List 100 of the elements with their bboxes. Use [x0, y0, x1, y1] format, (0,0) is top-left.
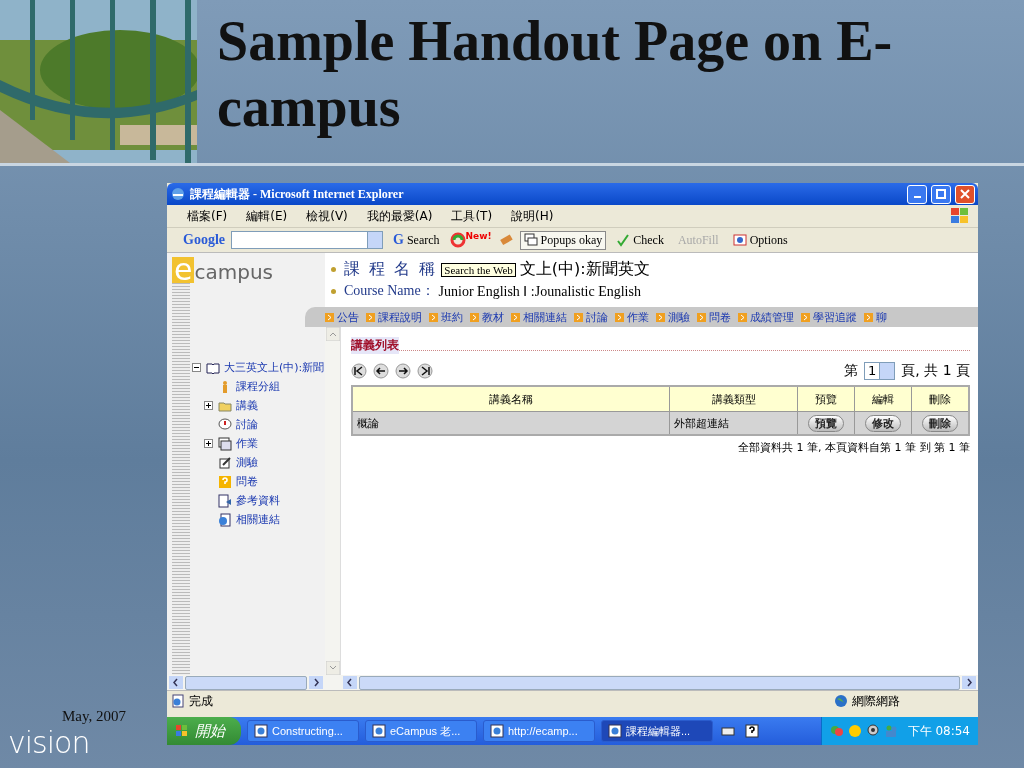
arrow-icon — [656, 312, 665, 322]
arrow-icon — [864, 312, 873, 322]
nav-link[interactable]: 相關連結 — [511, 309, 567, 325]
search-field[interactable] — [231, 231, 383, 249]
search-button[interactable]: G Search — [389, 230, 444, 250]
edit-button[interactable]: 修改 — [865, 414, 901, 432]
menu-item[interactable]: 工具(T) — [451, 207, 493, 225]
column-header: 講義名稱 — [352, 386, 670, 412]
menu-item[interactable]: 編輯(E) — [246, 207, 288, 225]
next-page-icon[interactable] — [395, 363, 411, 379]
nav-link[interactable]: 討論 — [574, 309, 608, 325]
first-page-icon[interactable] — [351, 363, 367, 379]
collapse-toggle[interactable] — [192, 363, 202, 372]
keyboard-icon[interactable] — [721, 724, 735, 738]
tree-item[interactable]: 討論 — [236, 417, 258, 432]
tree-item[interactable]: 問卷 — [236, 474, 258, 489]
arrow-icon — [801, 312, 810, 322]
options-button[interactable]: Options — [728, 230, 792, 250]
spell-check-button[interactable]: Check — [612, 230, 668, 250]
pager-label: 頁, 共 1 頁 — [901, 362, 970, 380]
app-icon — [372, 724, 386, 738]
webcam-icon[interactable] — [865, 724, 880, 738]
nav-link[interactable]: 教材 — [470, 309, 504, 325]
scroll-left-icon[interactable] — [343, 676, 357, 689]
speech-bubble-icon — [218, 417, 232, 432]
window-title: 課程編輯器 - Microsoft Internet Explorer — [190, 185, 404, 203]
column-header: 預覽 — [797, 386, 855, 412]
expand-toggle[interactable] — [204, 401, 213, 410]
windows-icon — [523, 233, 538, 247]
arrow-icon — [615, 312, 624, 322]
nav-link[interactable]: 公告 — [325, 309, 359, 325]
tree-item[interactable]: 相關連結 — [236, 512, 280, 527]
document-icon — [218, 493, 232, 508]
browser-icon — [170, 186, 186, 202]
scroll-right-icon[interactable] — [962, 676, 976, 689]
google-brand[interactable]: Google — [183, 232, 225, 248]
tree-item[interactable]: 大三英文上(中):新聞 — [224, 360, 325, 375]
checkmark-icon — [616, 233, 631, 247]
link-icon — [218, 512, 232, 527]
nav-link[interactable]: 作業 — [615, 309, 649, 325]
nav-link[interactable]: 學習追蹤 — [801, 309, 857, 325]
nav-link[interactable]: 班約 — [429, 309, 463, 325]
start-button[interactable]: 開始 — [167, 717, 241, 745]
taskbar-button[interactable]: Constructing... — [247, 720, 359, 742]
tree-item[interactable]: 參考資料 — [236, 493, 280, 508]
section-title: 講義列表 — [351, 337, 399, 354]
delete-button[interactable]: 刪除 — [922, 414, 958, 432]
table-cell: 概論 — [352, 411, 670, 435]
preview-button[interactable]: 預覽 — [808, 414, 844, 432]
column-header: 講義類型 — [669, 386, 798, 412]
arrow-icon — [429, 312, 438, 322]
page-select[interactable]: 1 — [864, 362, 896, 380]
table-cell: 外部超連結 — [669, 411, 798, 435]
ecampus-logo: ecampus — [171, 253, 274, 283]
taskbar-button[interactable]: 課程編輯器... — [601, 720, 713, 742]
menu-item[interactable]: 說明(H) — [511, 207, 554, 225]
slide-date: May, 2007 — [62, 708, 127, 725]
nav-link[interactable]: 測驗 — [656, 309, 690, 325]
scroll-up-icon[interactable] — [325, 327, 340, 341]
tree-item[interactable]: 作業 — [236, 436, 258, 451]
tree-item[interactable]: 講義 — [236, 398, 258, 413]
previous-page-icon[interactable] — [373, 363, 389, 379]
question-icon — [218, 474, 232, 489]
pencil-icon — [218, 455, 232, 470]
scroll-right-icon[interactable] — [309, 676, 323, 689]
course-label: Course Name： — [344, 282, 435, 300]
help-icon[interactable] — [745, 724, 759, 738]
app-icon — [254, 724, 268, 738]
arrow-icon — [366, 312, 375, 322]
page-icon — [171, 694, 185, 708]
taskbar-button[interactable]: eCampus 老... — [365, 720, 477, 742]
menu-item[interactable]: 我的最愛(A) — [366, 207, 433, 225]
maximize-icon — [936, 189, 946, 199]
arrow-icon — [325, 312, 334, 322]
new-label: New! — [465, 231, 492, 241]
nav-link[interactable]: 課程說明 — [366, 309, 422, 325]
last-page-icon[interactable] — [417, 363, 433, 379]
popups-button[interactable]: Popups okay — [519, 230, 607, 250]
horizontal-scrollbar[interactable] — [167, 675, 325, 690]
globe-icon — [834, 694, 848, 708]
record-summary: 全部資料共 1 筆, 本頁資料自第 1 筆 到 第 1 筆 — [737, 440, 970, 455]
taskbar-button[interactable]: http://ecamp... — [483, 720, 595, 742]
nav-link[interactable]: 問卷 — [697, 309, 731, 325]
menu-item[interactable]: 檔案(F) — [187, 207, 228, 225]
logo-text: vision — [8, 725, 90, 760]
clock: 下午 08:54 — [907, 722, 970, 740]
close-button[interactable] — [955, 184, 975, 204]
scroll-left-icon[interactable] — [169, 676, 183, 689]
expand-toggle[interactable] — [204, 439, 213, 448]
nav-link[interactable]: 聊 — [864, 309, 887, 325]
tooltip: Search the Web — [441, 262, 516, 277]
tree-item[interactable]: 課程分組 — [236, 379, 280, 394]
menu-item[interactable]: 檢視(V) — [306, 207, 348, 225]
tree-item[interactable]: 測驗 — [236, 455, 258, 470]
maximize-button[interactable] — [931, 184, 951, 204]
vertical-scrollbar[interactable] — [325, 327, 341, 675]
minimize-button[interactable] — [907, 184, 927, 204]
horizontal-scrollbar[interactable] — [341, 675, 978, 690]
column-header: 刪除 — [911, 386, 969, 412]
nav-link[interactable]: 成績管理 — [738, 309, 794, 325]
